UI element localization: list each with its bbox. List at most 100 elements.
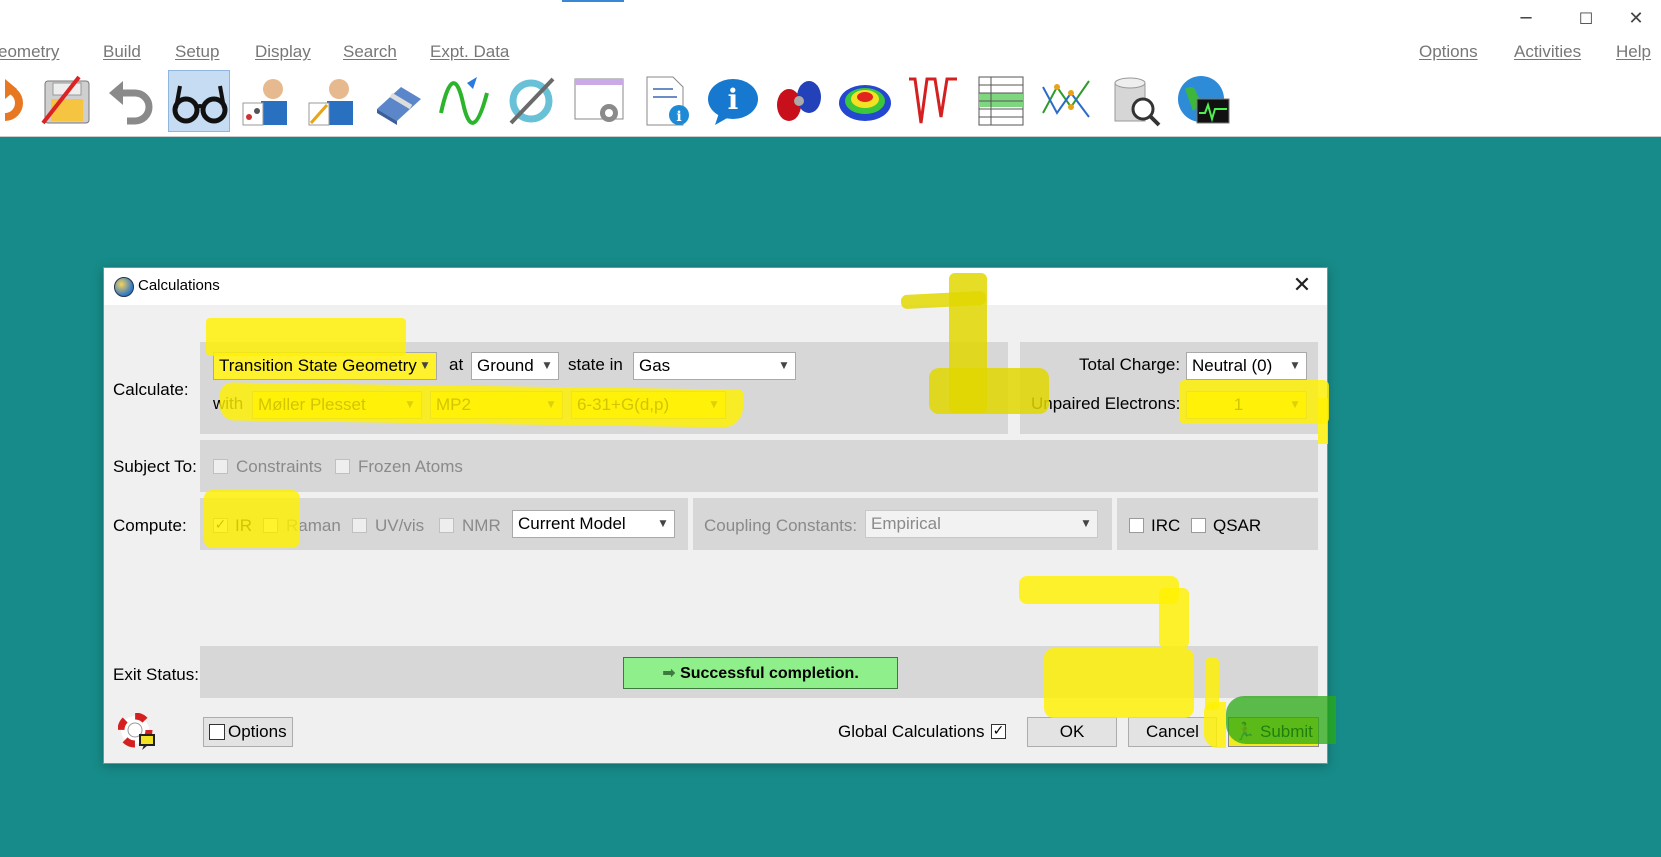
submit-button[interactable]: 🏃 Submit [1228,717,1319,747]
chevron-down-icon: ▼ [780,361,788,371]
state-select[interactable]: Ground ▼ [471,352,559,380]
chevron-down-icon: ▼ [406,400,414,410]
coupling-constants-label: Coupling Constants: [704,516,858,535]
menu-geometry[interactable]: eometry [0,42,59,62]
minimize-icon[interactable] [434,70,496,132]
model-value: Current Model [518,514,626,533]
menu-build[interactable]: Build [103,42,141,62]
qsar-label: QSAR [1213,516,1262,535]
model-select[interactable]: Current Model ▼ [512,510,675,538]
ok-button[interactable]: OK [1027,717,1117,747]
cancel-button[interactable]: Cancel [1128,717,1217,747]
spectra-icon[interactable] [902,70,964,132]
exit-status-value: Successful completion. [680,665,859,682]
unpaired-electrons-select[interactable]: 1 ▼ [1186,391,1307,419]
constraints-checkbox[interactable] [213,459,228,474]
raman-checkbox[interactable] [263,518,278,533]
toolbar: i i [0,66,1661,137]
arrow-right-icon: ➡ [662,663,676,682]
qsar-checkbox[interactable] [1191,518,1206,533]
nmr-checkbox[interactable] [439,518,454,533]
help-lifebuoy-icon[interactable] [117,712,156,751]
unpaired-electrons-label: Unpaired Electrons: [1031,394,1181,413]
coupling-constants-value: Empirical [871,514,941,533]
exit-status-label: Exit Status: [113,665,199,684]
menu-display[interactable]: Display [255,42,311,62]
refresh-icon[interactable] [500,70,562,132]
options-checkbox [209,724,225,740]
calculations-icon[interactable] [568,70,630,132]
ir-label: IR [235,516,252,535]
uvvis-label: UV/vis [375,516,425,535]
database-icon[interactable] [1104,70,1166,132]
coupling-constants-select[interactable]: Empirical ▼ [865,510,1098,538]
state-value: Ground [477,356,534,375]
basis-set-select[interactable]: 6-31+G(d,p) ▼ [571,391,726,419]
chevron-down-icon: ▼ [421,361,429,371]
save-icon[interactable] [36,70,98,132]
calc-type-select[interactable]: Transition State Geometry ▼ [213,352,437,380]
undo-icon[interactable] [102,70,164,132]
irc-label: IRC [1151,516,1181,535]
chevron-down-icon: ▼ [1082,519,1090,529]
menu-activities[interactable]: Activities [1514,42,1581,62]
chevron-down-icon: ▼ [543,361,551,371]
total-charge-value: Neutral (0) [1192,356,1273,375]
plot-icon[interactable] [1036,70,1098,132]
total-charge-select[interactable]: Neutral (0) ▼ [1186,352,1307,380]
menu-expt-data[interactable]: Expt. Data [430,42,509,62]
chevron-down-icon: ▼ [1291,400,1299,410]
dialog-close-button[interactable]: ✕ [1287,272,1317,300]
compute-label: Compute: [113,516,187,535]
spreadsheet-icon[interactable] [970,70,1032,132]
level-select[interactable]: MP2 ▼ [430,391,563,419]
svg-text:i: i [676,109,681,125]
medium-value: Gas [639,356,671,375]
ir-checkbox[interactable]: ✓ [213,518,228,533]
eraser-icon[interactable] [368,70,430,132]
menu-search[interactable]: Search [343,42,397,62]
dialog-title: Calculations [138,277,220,294]
minimize-button[interactable]: ─ [1503,6,1549,32]
open-file-icon[interactable] [0,70,34,132]
app-title-bar: ─ ☐ ✕ [0,0,1661,38]
annotation-number-2-curve [1159,588,1189,648]
web-monitor-icon[interactable] [1172,70,1234,132]
view-glasses-icon[interactable] [168,70,230,132]
text-output-icon[interactable]: i [634,70,696,132]
calculations-dialog: Calculations ✕ Calculate: Transition Sta… [103,267,1329,764]
chevron-down-icon: ▼ [659,519,667,529]
exit-status-box: ➡ Successful completion. [623,657,898,689]
submit-runner-icon: 🏃 [1234,722,1256,742]
global-calculations-checkbox[interactable]: ✓ [991,724,1006,739]
orbital-icon[interactable] [768,70,830,132]
chevron-down-icon: ▼ [547,400,555,410]
uvvis-checkbox[interactable] [352,518,367,533]
subject-to-label: Subject To: [113,457,197,476]
method-select[interactable]: Møller Plesset ▼ [252,391,422,419]
info-icon[interactable]: i [702,70,764,132]
frozen-atoms-label: Frozen Atoms [358,457,463,476]
menu-help[interactable]: Help [1616,42,1651,62]
unpaired-electrons-value: 1 [1233,395,1244,414]
frozen-atoms-checkbox[interactable] [335,459,350,474]
calc-type-value: Transition State Geometry [219,356,417,375]
menu-setup[interactable]: Setup [175,42,219,62]
medium-select[interactable]: Gas ▼ [633,352,796,380]
title-accent [562,0,624,2]
irc-checkbox[interactable] [1129,518,1144,533]
menu-options[interactable]: Options [1419,42,1478,62]
options-button[interactable]: Options [203,717,293,747]
sketch-builder-icon[interactable] [302,70,364,132]
surface-icon[interactable] [834,70,896,132]
builder-icon[interactable] [236,70,298,132]
calculate-label: Calculate: [113,380,189,399]
options-label: Options [228,722,287,741]
chevron-down-icon: ▼ [710,400,718,410]
level-value: MP2 [436,395,471,414]
global-calculations-label: Global Calculations [838,722,985,741]
maximize-button[interactable]: ☐ [1563,6,1609,32]
total-charge-label: Total Charge: [1079,355,1181,374]
window-close-button[interactable]: ✕ [1613,6,1659,32]
svg-text:i: i [728,83,739,116]
